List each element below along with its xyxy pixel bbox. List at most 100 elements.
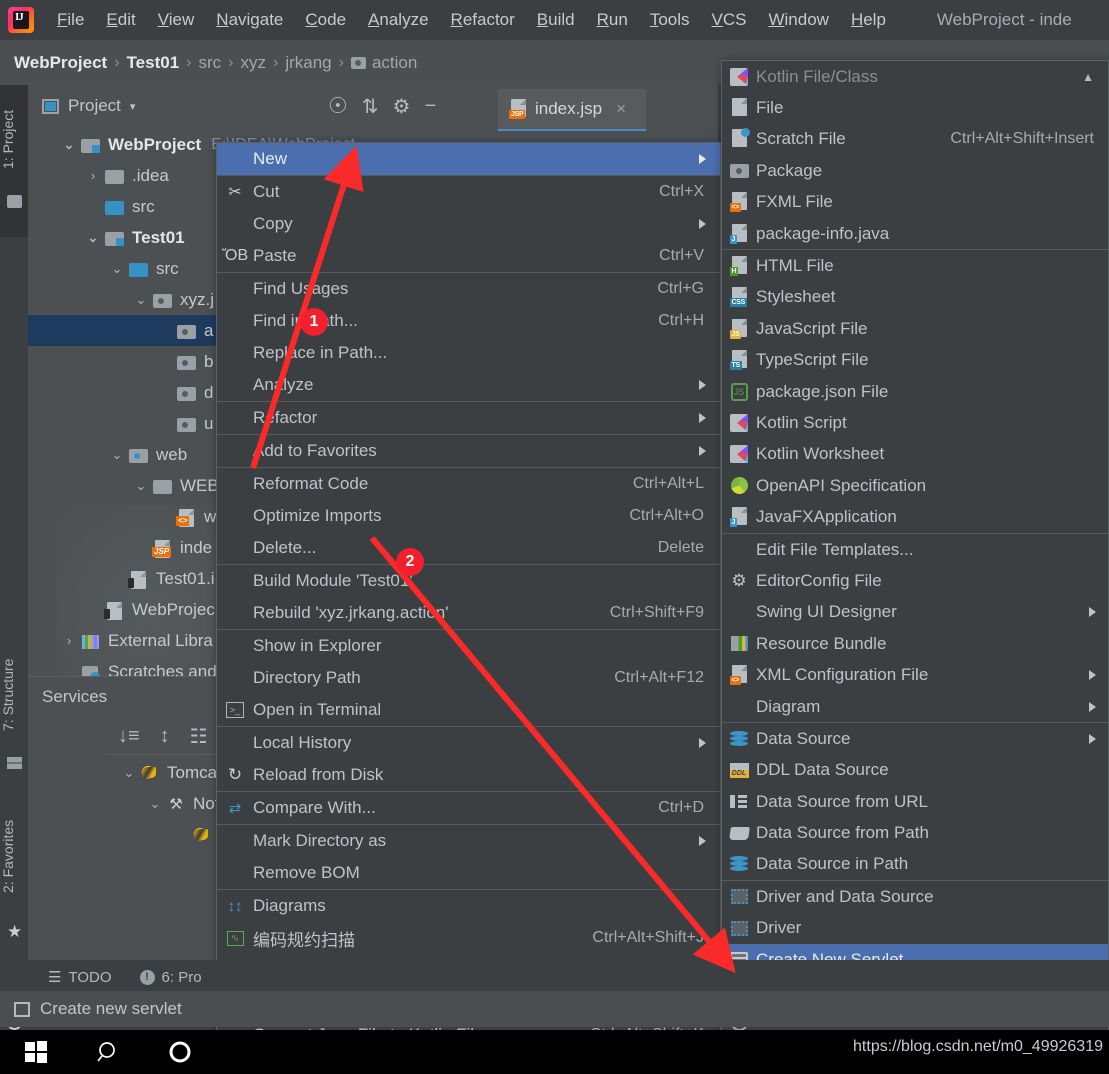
menu-run[interactable]: Run xyxy=(586,8,639,32)
problems-button[interactable]: ! 6: Pro xyxy=(126,969,216,986)
windows-start-icon[interactable] xyxy=(0,1030,72,1074)
context-menu-item-rebuild-xyz-jrkang-action[interactable]: Rebuild 'xyz.jrkang.action'Ctrl+Shift+F9 xyxy=(217,597,720,629)
context-menu-item-编码规约扫描[interactable]: ∿编码规约扫描Ctrl+Alt+Shift+J xyxy=(217,922,720,954)
context-menu-item-mark-directory-as[interactable]: Mark Directory as xyxy=(217,825,720,857)
submenu-item-data-source-from-path[interactable]: Data Source from Path xyxy=(722,817,1108,848)
submenu-item-ddl-data-source[interactable]: DDLDDL Data Source xyxy=(722,755,1108,786)
menu-edit[interactable]: Edit xyxy=(95,8,146,32)
breadcrumb-item-action[interactable]: action xyxy=(351,53,417,73)
context-menu-item-add-to-favorites[interactable]: Add to Favorites xyxy=(217,435,720,467)
gear-icon[interactable]: ⚙ xyxy=(393,94,411,119)
context-menu-item-delete[interactable]: Delete...Delete xyxy=(217,532,720,564)
submenu-item-data-source[interactable]: Data Source xyxy=(722,723,1108,754)
expand-all-icon[interactable]: ↓≡ xyxy=(118,725,140,748)
submenu-item-data-source-in-path[interactable]: Data Source in Path xyxy=(722,849,1108,880)
breadcrumb-item-src[interactable]: src xyxy=(198,53,221,73)
chevron-down-icon[interactable]: ⌄ xyxy=(144,796,166,812)
menu-build[interactable]: Build xyxy=(526,8,586,32)
menu-analyze[interactable]: Analyze xyxy=(357,8,439,32)
submenu-item-resource-bundle[interactable]: Resource Bundle xyxy=(722,628,1108,659)
submenu-item-driver[interactable]: Driver xyxy=(722,913,1108,944)
menu-help[interactable]: Help xyxy=(840,8,897,32)
breadcrumb-item-webproject[interactable]: WebProject xyxy=(14,53,107,73)
context-menu-item-reload-from-disk[interactable]: ↻Reload from Disk xyxy=(217,759,720,791)
chevron-down-icon[interactable]: ▾ xyxy=(130,100,136,113)
submenu-item-javafxapplication[interactable]: JJavaFXApplication xyxy=(722,501,1108,532)
todo-button[interactable]: ☰ TODO xyxy=(0,968,126,986)
context-menu-item-show-in-explorer[interactable]: Show in Explorer xyxy=(217,630,720,662)
close-icon[interactable]: × xyxy=(616,99,626,119)
chevron-down-icon[interactable]: ⌄ xyxy=(82,230,104,246)
submenu-item-data-source-from-url[interactable]: Data Source from URL xyxy=(722,786,1108,817)
menu-window[interactable]: Window xyxy=(757,8,839,32)
submenu-item-kotlin-worksheet[interactable]: Kotlin Worksheet xyxy=(722,439,1108,470)
tool-window-button-favorites[interactable]: 2: Favorites xyxy=(0,800,28,912)
context-menu-item-remove-bom[interactable]: Remove BOM xyxy=(217,857,720,889)
submenu-item-editorconfig-file[interactable]: ⚙EditorConfig File xyxy=(722,565,1108,596)
submenu-item-edit-file-templates[interactable]: Edit File Templates... xyxy=(722,534,1108,565)
context-menu-item-local-history[interactable]: Local History xyxy=(217,727,720,759)
context-menu-item-copy[interactable]: Copy xyxy=(217,208,720,240)
collapse-all-icon[interactable]: ↕ xyxy=(160,725,170,748)
editor-tab-index-jsp[interactable]: JSP index.jsp × xyxy=(498,89,646,131)
menu-file[interactable]: File xyxy=(46,8,95,32)
context-menu-item-new[interactable]: New xyxy=(217,143,720,175)
context-menu-item-replace-in-path[interactable]: Replace in Path... xyxy=(217,337,720,369)
submenu-item-openapi-specification[interactable]: OpenAPI Specification xyxy=(722,470,1108,501)
context-menu-item-compare-with[interactable]: ⇄Compare With...Ctrl+D xyxy=(217,792,720,824)
menu-code[interactable]: Code xyxy=(294,8,357,32)
submenu-item-file[interactable]: File xyxy=(722,92,1108,123)
context-menu-item-analyze[interactable]: Analyze xyxy=(217,369,720,401)
collapse-all-icon[interactable]: ⇅ xyxy=(362,94,379,119)
chevron-down-icon[interactable]: ⌄ xyxy=(106,261,128,277)
submenu-item-package-info-java[interactable]: Jpackage-info.java xyxy=(722,218,1108,249)
chevron-down-icon[interactable]: ⌄ xyxy=(106,447,128,463)
chevron-down-icon[interactable]: ⌄ xyxy=(130,292,152,308)
submenu-item-swing-ui-designer[interactable]: Swing UI Designer xyxy=(722,597,1108,628)
chevron-down-icon[interactable]: ⌄ xyxy=(58,137,80,153)
submenu-item-package-json-file[interactable]: JSpackage.json File xyxy=(722,376,1108,407)
submenu-item-typescript-file[interactable]: TSTypeScript File xyxy=(722,345,1108,376)
chevron-right-icon[interactable]: › xyxy=(82,168,104,183)
submenu-item-diagram[interactable]: Diagram xyxy=(722,691,1108,722)
context-menu-item-build-module-test01[interactable]: Build Module 'Test01' xyxy=(217,565,720,597)
context-menu-item-directory-path[interactable]: Directory PathCtrl+Alt+F12 xyxy=(217,662,720,694)
context-menu-item-refactor[interactable]: Refactor xyxy=(217,402,720,434)
search-icon[interactable] xyxy=(72,1030,144,1074)
locate-file-icon[interactable]: ☉ xyxy=(328,93,348,119)
context-menu-item-open-in-terminal[interactable]: >_Open in Terminal xyxy=(217,694,720,726)
menu-navigate[interactable]: Navigate xyxy=(205,8,294,32)
submenu-item-javascript-file[interactable]: JSJavaScript File xyxy=(722,313,1108,344)
submenu-item-kotlin-script[interactable]: Kotlin Script xyxy=(722,407,1108,438)
new-submenu[interactable]: Kotlin File/Class▲FileScratch FileCtrl+A… xyxy=(721,60,1109,1074)
context-menu-item-find-in-path[interactable]: Find in Path...Ctrl+H xyxy=(217,305,720,337)
context-menu-item-optimize-imports[interactable]: Optimize ImportsCtrl+Alt+O xyxy=(217,500,720,532)
submenu-item-fxml-file[interactable]: <>FXML File xyxy=(722,187,1108,218)
group-icon[interactable]: ☷ xyxy=(190,724,208,749)
breadcrumb-item-jrkang[interactable]: jrkang xyxy=(285,53,331,73)
chevron-down-icon[interactable]: ⌄ xyxy=(118,765,140,781)
submenu-item-scratch-file[interactable]: Scratch FileCtrl+Alt+Shift+Insert xyxy=(722,124,1108,155)
chevron-down-icon[interactable]: ⌄ xyxy=(130,478,152,494)
cortana-icon[interactable] xyxy=(144,1030,216,1074)
submenu-item-kotlin-file-class[interactable]: Kotlin File/Class▲ xyxy=(722,61,1108,92)
submenu-item-xml-configuration-file[interactable]: <>XML Configuration File xyxy=(722,659,1108,690)
context-menu-item-diagrams[interactable]: ↕↕Diagrams xyxy=(217,890,720,922)
tool-window-button-structure[interactable]: 7: Structure xyxy=(0,640,28,750)
context-menu-item-paste[interactable]: ὌBPasteCtrl+V xyxy=(217,240,720,272)
context-menu-item-reformat-code[interactable]: Reformat CodeCtrl+Alt+L xyxy=(217,468,720,500)
scroll-up-icon[interactable]: ▲ xyxy=(1082,70,1108,84)
chevron-right-icon[interactable]: › xyxy=(58,633,80,648)
submenu-item-driver-and-data-source[interactable]: Driver and Data Source xyxy=(722,881,1108,912)
context-menu-item-find-usages[interactable]: Find UsagesCtrl+G xyxy=(217,273,720,305)
menu-tools[interactable]: Tools xyxy=(639,8,701,32)
tool-window-button-project[interactable]: 1: Project xyxy=(0,95,28,183)
context-menu-item-cut[interactable]: ✂CutCtrl+X xyxy=(217,176,720,208)
context-menu[interactable]: New✂CutCtrl+XCopyὌBPasteCtrl+VFind Usage… xyxy=(216,142,721,1074)
submenu-item-html-file[interactable]: HHTML File xyxy=(722,250,1108,281)
breadcrumb-item-xyz[interactable]: xyz xyxy=(240,53,266,73)
hide-icon[interactable]: − xyxy=(424,95,436,118)
menu-view[interactable]: View xyxy=(147,8,206,32)
submenu-item-package[interactable]: Package xyxy=(722,155,1108,186)
menu-refactor[interactable]: Refactor xyxy=(440,8,526,32)
